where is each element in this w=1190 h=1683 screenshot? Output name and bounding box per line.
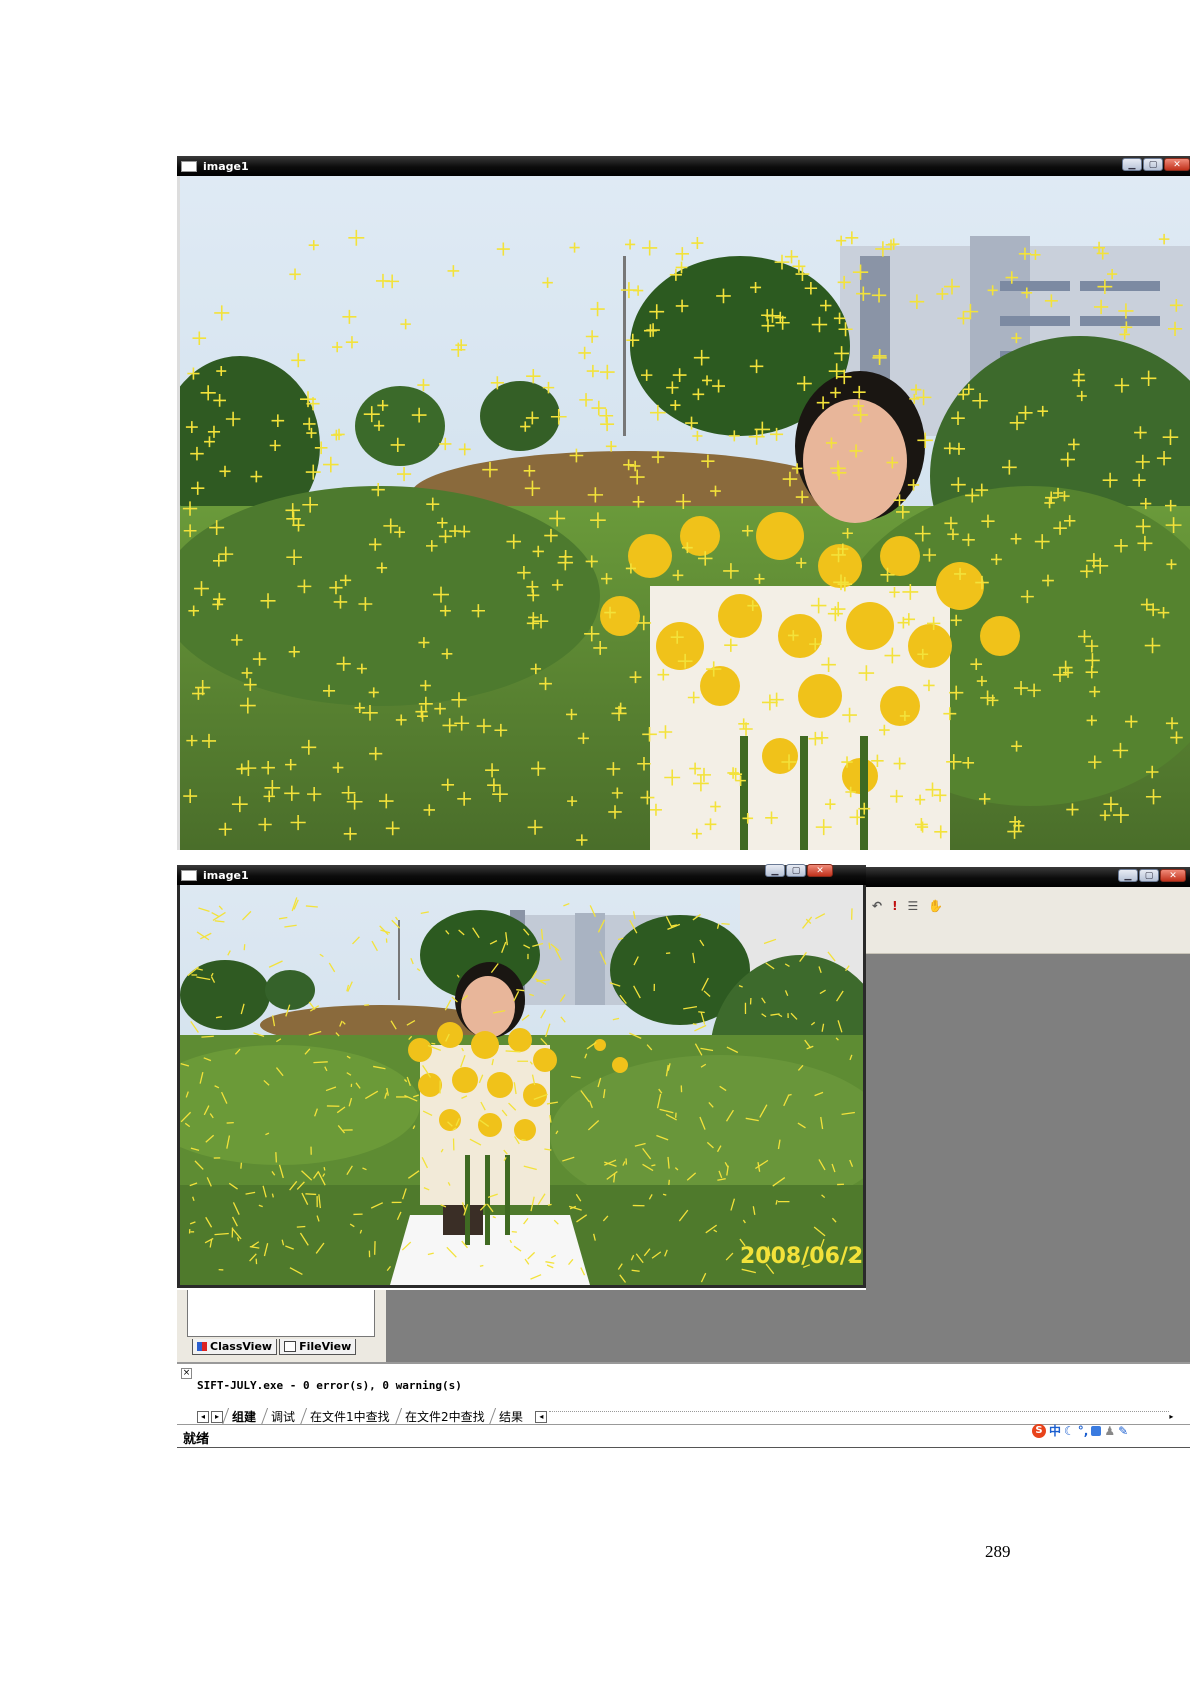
ide-toolbar: ↶ ! ☰ ✋ [866,887,1190,954]
keypoint-vector [271,1193,274,1198]
hand-icon[interactable]: ✋ [928,899,943,913]
keypoint-vector [787,1093,792,1097]
bottom-maximize-button[interactable]: ▢ [786,864,806,877]
keypoint-vector [313,1061,328,1064]
tab-fileview[interactable]: FileView [279,1339,357,1355]
output-hscroll-right-icon[interactable]: ▸ [1169,1412,1173,1421]
ide-close-button[interactable]: ✕ [1160,869,1186,882]
keypoint-vector [698,1011,705,1014]
keyboard-icon[interactable] [1091,1425,1102,1436]
ide-minimize-button[interactable]: ▁ [1118,869,1138,882]
top-window-title: image1 [203,159,249,173]
build-output-message: SIFT-JULY.exe - 0 error(s), 0 warning(s) [197,1379,462,1392]
ide-mdi-area [866,954,1190,1362]
tab-results[interactable]: 结果 [489,1408,535,1425]
file-view-icon [284,1341,297,1352]
tab-find-in-files-1[interactable]: 在文件1中查找 [299,1408,401,1425]
exclamation-icon[interactable]: ! [892,899,897,913]
tab-classview[interactable]: ClassView [192,1339,278,1355]
output-hscroll-track[interactable] [549,1411,1170,1422]
keypoint-vector [651,1164,656,1167]
tab-debug[interactable]: 调试 [260,1408,307,1425]
keypoint-vector [305,1193,317,1196]
keypoint-vector [240,1162,243,1169]
ide-maximize-button[interactable]: ▢ [1139,869,1159,882]
moon-icon[interactable]: ☾ [1064,1424,1075,1438]
output-hscroll-left-icon[interactable]: ◂ [535,1410,548,1423]
page-number: 289 [985,1542,1011,1561]
class-view-icon [197,1342,207,1351]
status-bar: 就绪 S 中 ☾ °, ♟ ✎ [177,1422,1190,1448]
scene-top-svg [180,176,1190,850]
scene-bottom-svg: 2008/06/26 [180,885,863,1285]
keypoint-vector [275,1152,278,1163]
close-button[interactable]: ✕ [1164,158,1190,171]
keypoint-vector [323,1167,326,1171]
sogou-logo-icon: S [1032,1423,1046,1438]
ime-language[interactable]: 中 [1049,1422,1061,1439]
keypoint-vector [547,1203,552,1206]
user-icon[interactable]: ♟ [1104,1424,1115,1438]
undo-icon[interactable]: ↶ [872,899,882,913]
keypoint-vector [296,1225,306,1228]
ime-toolbar[interactable]: S 中 ☾ °, ♟ ✎ [1032,1422,1128,1439]
bottom-window-title: image1 [203,868,249,882]
tab-classview-label: ClassView [210,1340,273,1353]
output-tabs: ◂ ▸ 组建 调试 在文件1中查找 在文件2中查找 结果 ◂ ▸ [197,1408,1173,1425]
ide-mdi-area-lower [386,1290,866,1362]
tab-scroll-left-icon[interactable]: ◂ [197,1410,209,1423]
bottom-close-button[interactable]: ✕ [807,864,833,877]
keypoint-vector [364,1004,370,1006]
keypoint-vector [505,1050,521,1053]
punctuation-icon[interactable]: °, [1078,1424,1089,1438]
bottom-minimize-button[interactable]: ▁ [765,864,785,877]
window-icon [181,160,197,172]
keypoint-vector [243,944,246,951]
bottom-orientation-image: 2008/06/26 [177,885,866,1288]
ide-titlebar[interactable]: ▁ ▢ ✕ [866,867,1190,887]
wrench-icon[interactable]: ✎ [1118,1424,1128,1438]
minimize-button[interactable]: ▁ [1122,158,1142,171]
window-icon [181,869,197,881]
keypoint-vector [479,1264,484,1267]
keypoint-vector [201,1035,214,1038]
workspace-pane [187,1290,375,1337]
maximize-button[interactable]: ▢ [1143,158,1163,171]
bottom-window-titlebar[interactable]: image1 ▁ ▢ ✕ [177,864,866,885]
status-text: 就绪 [183,1432,210,1447]
list-icon[interactable]: ☰ [908,899,919,913]
top-window-titlebar[interactable]: image1 ▁ ▢ ✕ [177,156,1190,176]
tab-fileview-label: FileView [299,1340,352,1353]
tab-build[interactable]: 组建 [221,1408,268,1425]
tab-find-in-files-2[interactable]: 在文件2中查找 [394,1408,496,1425]
keypoint-vector [662,1193,667,1196]
keypoint-vector [692,1023,697,1026]
output-pane: × SIFT-JULY.exe - 0 error(s), 0 warning(… [177,1362,1190,1426]
date-stamp: 2008/06/26 [740,1244,863,1269]
output-close-icon[interactable]: × [181,1368,192,1379]
top-keypoints-image [177,176,1190,850]
keypoint-vector [521,1138,526,1141]
tab-scroll-right-icon[interactable]: ▸ [211,1410,223,1423]
keypoint-vector [721,922,730,925]
